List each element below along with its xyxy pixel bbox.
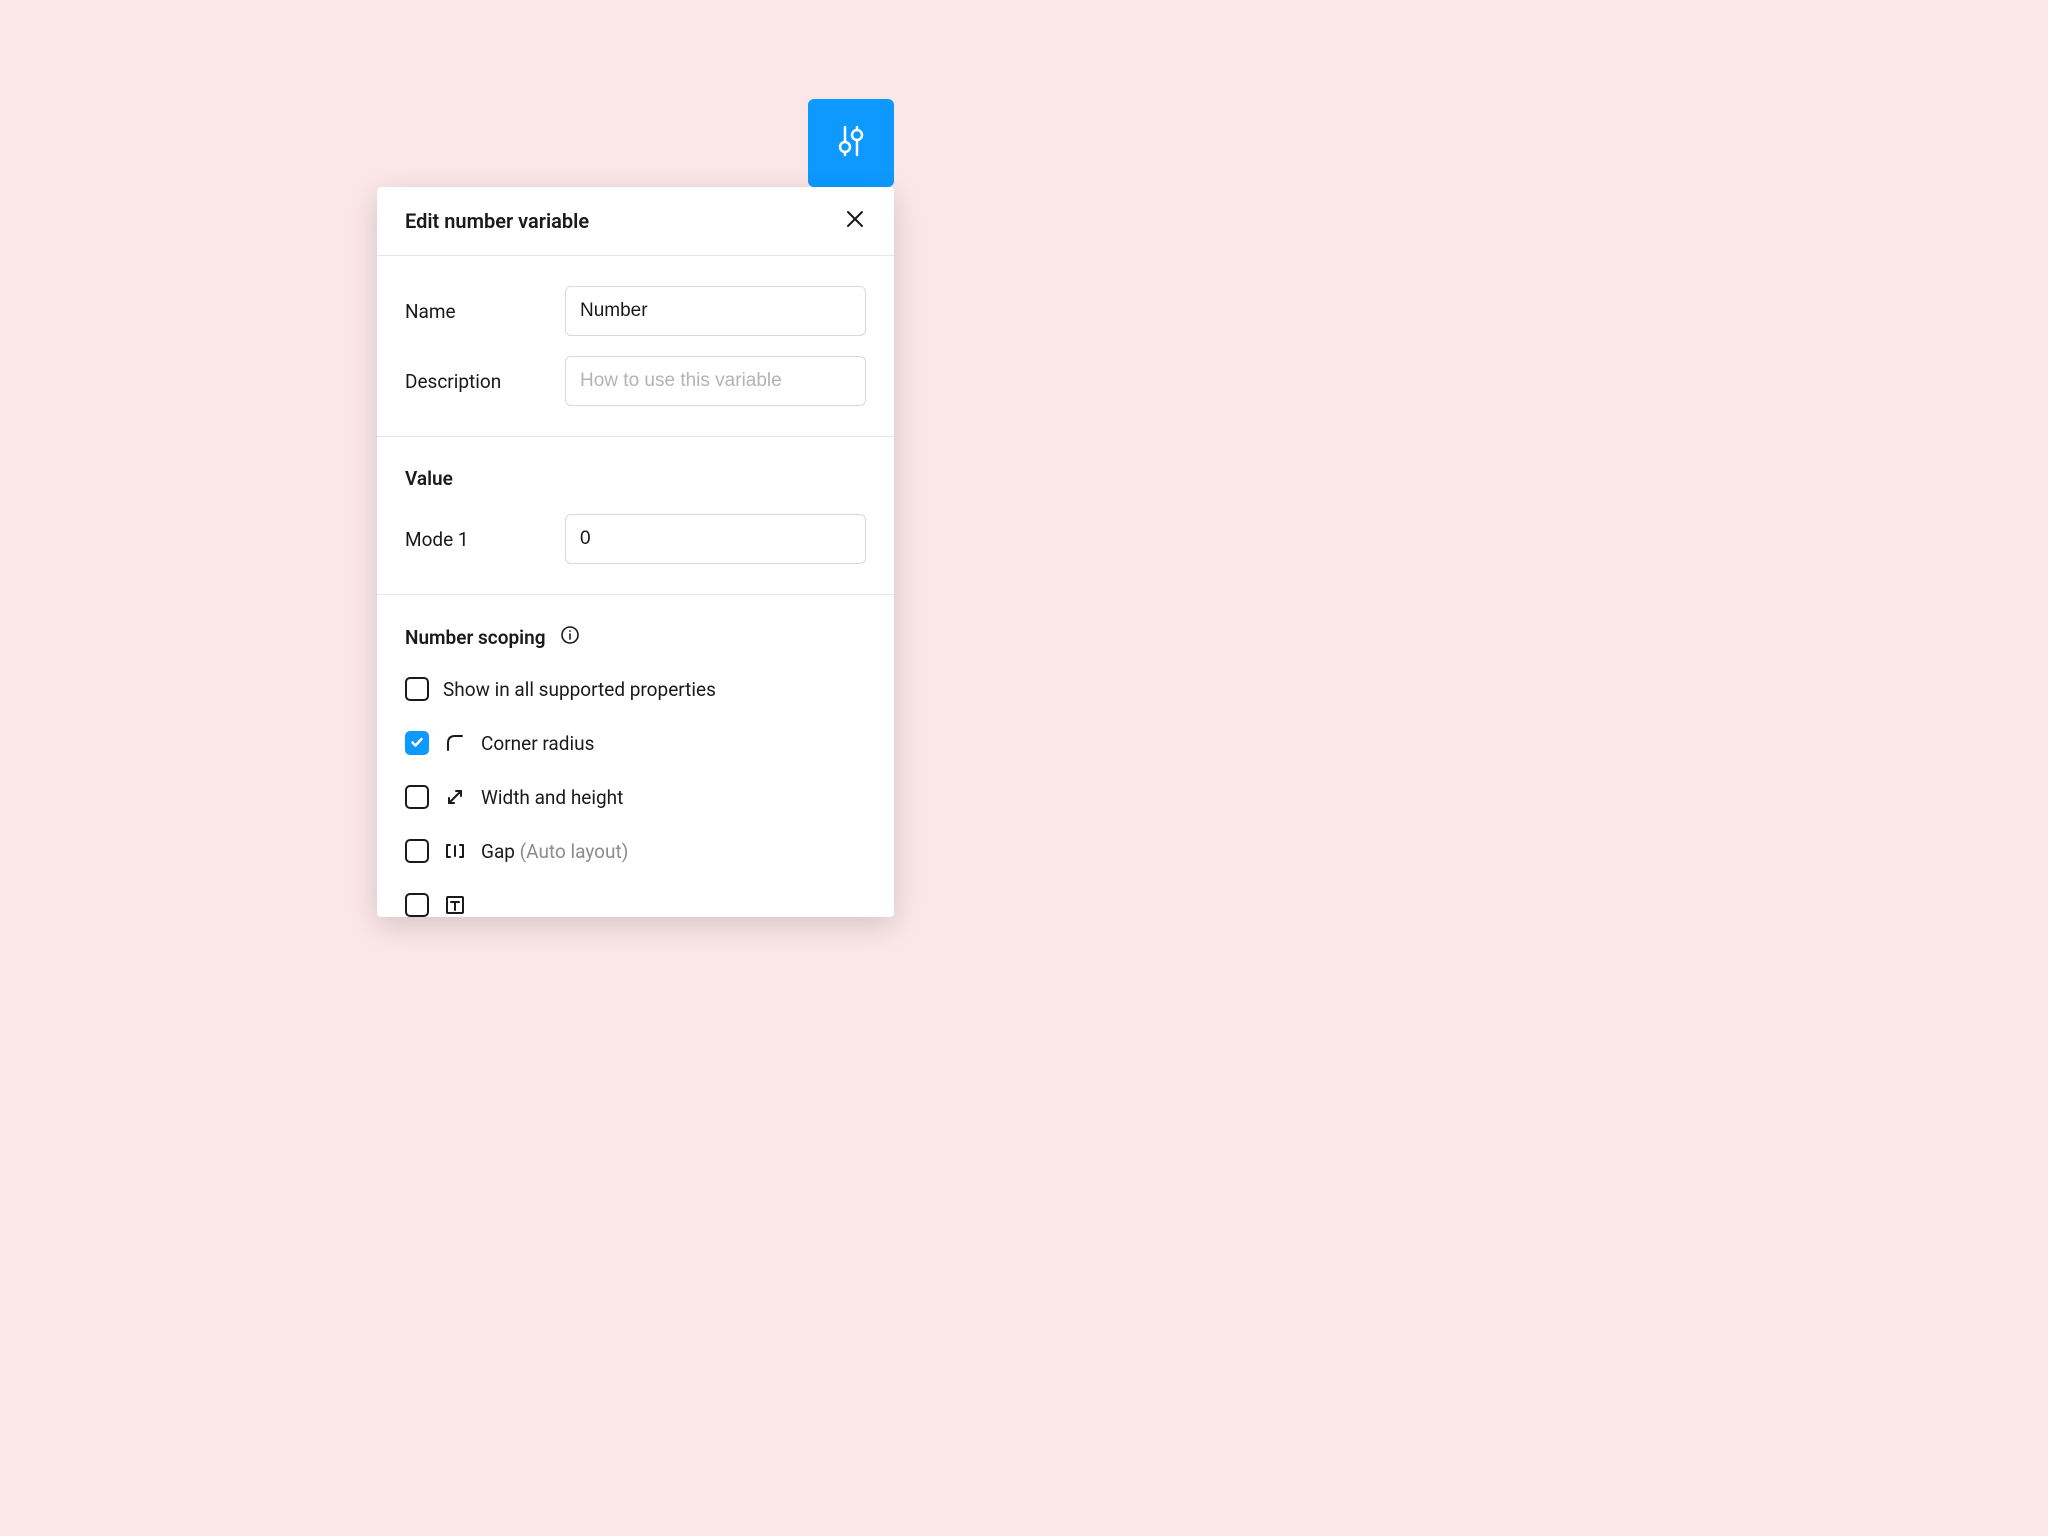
width-height-icon <box>443 785 467 809</box>
scope-all-label: Show in all supported properties <box>443 678 716 701</box>
description-input[interactable] <box>565 356 866 406</box>
gap-icon <box>443 839 467 863</box>
scope-corner-radius-checkbox[interactable] <box>405 731 429 755</box>
scope-gap-row[interactable]: Gap (Auto layout) <box>405 839 866 863</box>
scope-gap-label: Gap (Auto layout) <box>481 840 628 863</box>
section-value: Value Mode 1 <box>377 437 894 595</box>
description-label: Description <box>405 370 565 393</box>
scope-all-row[interactable]: Show in all supported properties <box>405 677 866 701</box>
info-icon[interactable] <box>560 625 580 649</box>
scope-next-checkbox[interactable] <box>405 893 429 917</box>
scoping-title: Number scoping <box>405 626 546 649</box>
scope-gap-checkbox[interactable] <box>405 839 429 863</box>
scope-corner-radius-row[interactable]: Corner radius <box>405 731 866 755</box>
edit-variable-panel: Edit number variable Name Description Va… <box>377 187 894 917</box>
scope-next-row[interactable] <box>405 893 866 917</box>
mode-label: Mode 1 <box>405 528 565 551</box>
close-button[interactable] <box>844 210 866 232</box>
name-label: Name <box>405 300 565 323</box>
panel-header: Edit number variable <box>377 187 894 256</box>
scope-all-checkbox[interactable] <box>405 677 429 701</box>
value-section-title: Value <box>405 467 866 490</box>
scope-width-height-checkbox[interactable] <box>405 785 429 809</box>
corner-radius-icon <box>443 731 467 755</box>
scope-width-height-label: Width and height <box>481 786 623 809</box>
section-scoping: Number scoping Show in all supported pro… <box>377 595 894 917</box>
name-input[interactable] <box>565 286 866 336</box>
text-icon <box>443 893 467 917</box>
checkmark-icon <box>410 734 424 753</box>
mode-value-input[interactable] <box>565 514 866 564</box>
section-identity: Name Description <box>377 256 894 437</box>
scope-corner-radius-label: Corner radius <box>481 732 594 755</box>
settings-toggle-button[interactable] <box>808 99 894 187</box>
scope-width-height-row[interactable]: Width and height <box>405 785 866 809</box>
sliders-icon <box>829 119 873 167</box>
panel-title: Edit number variable <box>405 209 589 233</box>
close-icon <box>845 209 865 233</box>
